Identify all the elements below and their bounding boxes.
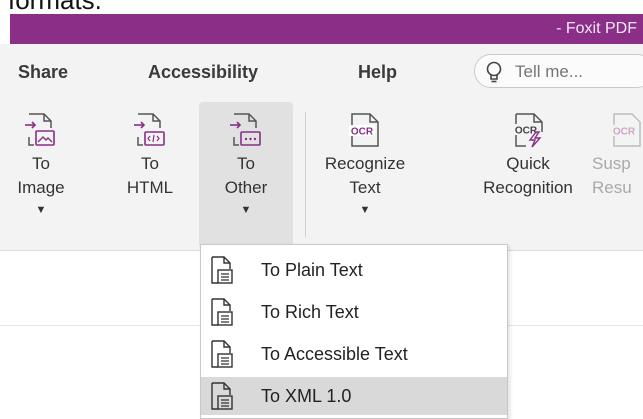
to-image-dropdown-caret[interactable]: ▼ [10, 198, 72, 222]
to-html-button[interactable]: To HTML [122, 102, 178, 248]
window-title: - Foxit PDF [556, 20, 637, 37]
document-text-icon [211, 298, 233, 326]
ocr-suspects-icon: OCR [611, 113, 641, 147]
to-other-dropdown-caret[interactable]: ▼ [199, 198, 293, 222]
recognize-text-label: Recognize Text ▼ [316, 152, 414, 224]
tell-me-input[interactable] [513, 59, 637, 85]
to-html-label: To HTML [126, 154, 174, 197]
lightbulb-icon [486, 61, 502, 83]
menu-item-to-rich-text[interactable]: To Rich Text [201, 293, 507, 331]
quick-recognition-label: Quick Recognition [483, 154, 573, 197]
document-text-icon [211, 340, 233, 368]
quick-recognition-button[interactable]: OCR Quick Recognition [476, 102, 580, 248]
tab-share[interactable]: Share [18, 62, 68, 83]
to-image-button[interactable]: To Image ▼ [10, 102, 72, 248]
svg-text:OCR: OCR [613, 127, 636, 138]
to-image-label: To Image ▼ [10, 152, 72, 224]
tell-me-search-box[interactable] [474, 54, 643, 88]
convert-to-image-icon [25, 113, 55, 146]
toolbar-group-separator [305, 112, 306, 237]
menu-item-to-xml[interactable]: To XML 1.0 [201, 377, 507, 415]
suspects-results-button: OCR Susp Resu [586, 102, 643, 248]
recognize-text-dropdown-caret[interactable]: ▼ [316, 198, 414, 222]
document-text-icon [211, 382, 233, 410]
to-other-dropdown-menu: To Plain Text To Rich Text To Accessible… [200, 244, 508, 419]
title-bar: - Foxit PDF [10, 14, 643, 44]
document-text-icon [211, 256, 233, 284]
svg-text:OCR: OCR [351, 127, 374, 138]
convert-to-other-icon [230, 113, 261, 146]
quick-ocr-icon: OCR [513, 113, 543, 148]
menu-tabs-bar: Share Accessibility Help [0, 44, 643, 100]
tab-help[interactable]: Help [358, 62, 397, 83]
menu-item-to-accessible-text[interactable]: To Accessible Text [201, 335, 507, 373]
ocr-icon: OCR [349, 113, 379, 147]
top-caption-text: formats. [8, 0, 102, 15]
suspects-results-label: Susp Resu [592, 154, 632, 197]
recognize-text-button[interactable]: OCR Recognize Text ▼ [316, 102, 414, 248]
tab-accessibility[interactable]: Accessibility [148, 62, 258, 83]
convert-to-html-icon [134, 113, 165, 146]
menu-item-to-plain-text[interactable]: To Plain Text [201, 251, 507, 289]
ribbon-toolbar: To Image ▼ To HTML To Other ▼ OCR Recogn… [0, 100, 643, 250]
to-other-label: To Other ▼ [199, 152, 293, 224]
to-other-button[interactable]: To Other ▼ [199, 102, 293, 248]
